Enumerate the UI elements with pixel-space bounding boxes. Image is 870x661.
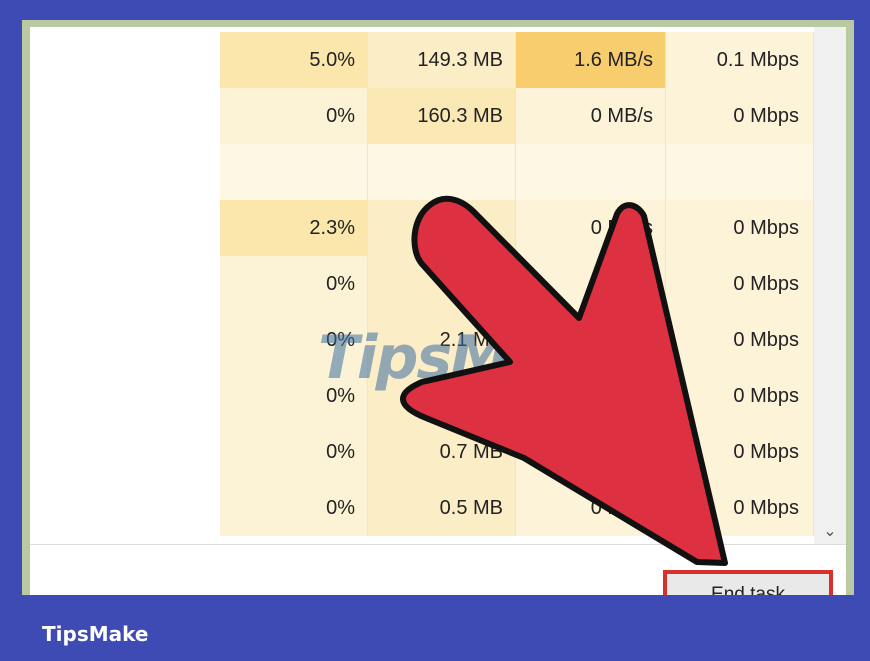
red-arrow-pointer-icon [400, 195, 728, 566]
brand-name: TipsMake [42, 622, 149, 646]
